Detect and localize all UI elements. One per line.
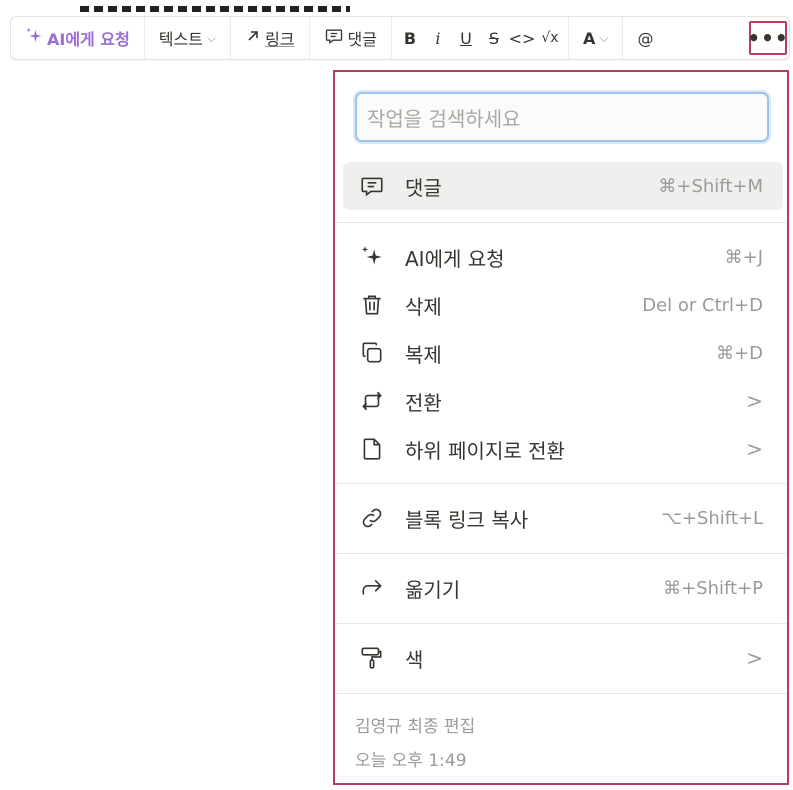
text-type-label: 텍스트 — [158, 30, 203, 49]
page-icon — [359, 436, 391, 462]
menu-item-label: 옮기기 — [405, 577, 461, 602]
comment-icon — [324, 26, 344, 50]
menu-item-shortcut: ⌘+Shift+P — [663, 577, 763, 599]
comment-icon — [359, 173, 391, 199]
more-options-button[interactable]: ••• — [747, 21, 788, 55]
menu-item-label: 복제 — [405, 342, 442, 367]
sparkle-icon — [359, 244, 391, 270]
menu-item-copy-block-link[interactable]: 블록 링크 복사 ⌥+Shift+L — [343, 494, 783, 542]
chevron-right-icon: > — [746, 437, 763, 461]
menu-item-shortcut: ⌘+D — [716, 342, 763, 364]
text-color-dropdown[interactable]: A ⌵ — [579, 23, 613, 53]
divider — [335, 222, 787, 223]
menu-item-label: 색 — [405, 647, 424, 672]
underline-button[interactable]: U — [452, 23, 480, 53]
chevron-right-icon: > — [746, 646, 763, 670]
move-arrow-icon — [359, 575, 391, 601]
link-button[interactable]: 링크 — [241, 23, 298, 53]
comment-label: 댓글 — [347, 30, 377, 49]
menu-item-ask-ai[interactable]: AI에게 요청 ⌘+J — [343, 233, 783, 281]
comment-button[interactable]: 댓글 — [320, 23, 381, 53]
menu-item-label: AI에게 요청 — [405, 246, 505, 271]
menu-item-shortcut: ⌘+Shift+M — [658, 175, 763, 197]
equation-button[interactable]: √x — [536, 23, 564, 53]
divider — [335, 623, 787, 624]
last-edited-by: 김영규 최종 편집 — [355, 717, 476, 737]
menu-item-label: 전환 — [405, 390, 442, 415]
text-type-dropdown[interactable]: 텍스트 ⌵ — [155, 23, 220, 53]
arrow-up-right-icon — [245, 28, 261, 48]
mention-button[interactable]: @ — [633, 23, 657, 53]
menu-item-label: 댓글 — [405, 175, 442, 200]
menu-item-label: 하위 페이지로 전환 — [405, 438, 565, 463]
menu-item-comment[interactable]: 댓글 ⌘+Shift+M — [343, 162, 783, 210]
divider — [335, 553, 787, 554]
menu-item-shortcut: ⌥+Shift+L — [661, 507, 763, 529]
sparkle-icon — [25, 27, 43, 49]
block-actions-menu: 작업을 검색하세요 댓글 ⌘+Shift+M AI에게 요청 ⌘+J 삭제 De… — [333, 70, 789, 785]
ask-ai-label: AI에게 요청 — [47, 30, 130, 49]
action-search-input[interactable]: 작업을 검색하세요 — [355, 92, 769, 142]
turn-into-icon — [359, 388, 391, 414]
text-fragment — [80, 6, 350, 12]
menu-item-turn-into[interactable]: 전환 > — [343, 377, 783, 425]
paint-roller-icon — [359, 645, 391, 671]
menu-item-turn-into-subpage[interactable]: 하위 페이지로 전환 > — [343, 425, 783, 473]
trash-icon — [359, 292, 391, 318]
menu-item-color[interactable]: 색 > — [343, 634, 783, 682]
menu-item-shortcut: Del or Ctrl+D — [642, 294, 763, 316]
chevron-down-icon: ⌵ — [206, 30, 217, 45]
strikethrough-button[interactable]: S — [480, 23, 508, 53]
duplicate-icon — [359, 340, 391, 366]
chevron-right-icon: > — [746, 389, 763, 413]
bold-button[interactable]: B — [396, 23, 424, 53]
last-edited-time: 오늘 오후 1:49 — [355, 751, 467, 771]
menu-item-delete[interactable]: 삭제 Del or Ctrl+D — [343, 281, 783, 329]
divider — [335, 483, 787, 484]
link-label: 링크 — [265, 30, 295, 49]
divider — [335, 693, 787, 694]
text-color-label: A — [582, 28, 596, 48]
link-icon — [359, 505, 391, 531]
chevron-down-icon: ⌵ — [599, 30, 609, 45]
menu-item-move-to[interactable]: 옮기기 ⌘+Shift+P — [343, 564, 783, 612]
menu-item-label: 삭제 — [405, 294, 442, 319]
menu-item-duplicate[interactable]: 복제 ⌘+D — [343, 329, 783, 377]
menu-item-label: 블록 링크 복사 — [405, 507, 529, 532]
ask-ai-button[interactable]: AI에게 요청 — [21, 23, 134, 53]
italic-button[interactable]: i — [424, 23, 452, 53]
code-button[interactable]: <> — [508, 23, 536, 53]
menu-item-shortcut: ⌘+J — [724, 246, 763, 268]
formatting-toolbar: AI에게 요청 텍스트 ⌵ 링크 댓글 B i U S <> √x A ⌵ @ … — [10, 16, 790, 60]
